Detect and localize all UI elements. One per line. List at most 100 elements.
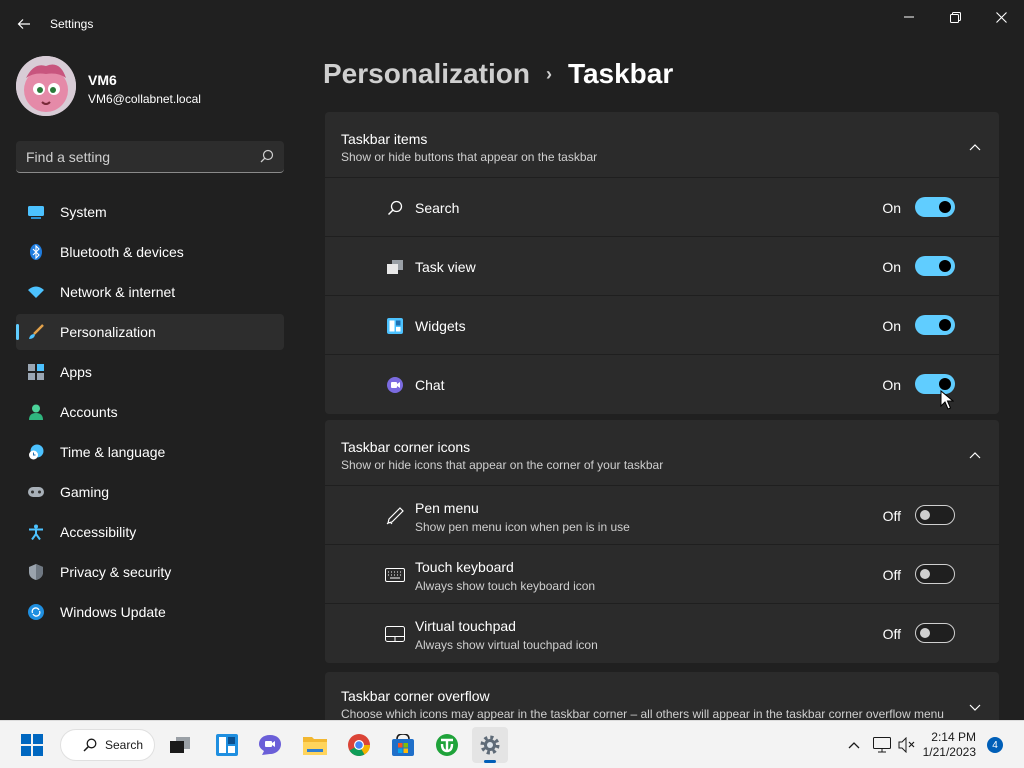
taskbar-utorrent[interactable] xyxy=(429,727,465,763)
setting-row-task-view: Task view On xyxy=(325,237,999,296)
sidebar-item-personalization[interactable]: Personalization xyxy=(16,314,284,350)
sidebar-item-label: Accounts xyxy=(60,404,118,420)
sidebar-item-label: System xyxy=(60,204,107,220)
utorrent-icon xyxy=(436,734,458,756)
setting-label: Touch keyboard xyxy=(415,559,514,575)
setting-label: Search xyxy=(415,200,460,216)
breadcrumb: Personalization › Taskbar xyxy=(323,58,673,90)
sidebar-item-gaming[interactable]: Gaming xyxy=(16,474,284,510)
sidebar-item-system[interactable]: System xyxy=(16,194,284,230)
update-icon xyxy=(28,604,44,620)
widgets-icon xyxy=(216,734,238,756)
section-subtitle: Choose which icons may appear in the tas… xyxy=(341,707,944,721)
setting-label: Task view xyxy=(415,259,476,275)
taskbar-items-section: Taskbar items Show or hide buttons that … xyxy=(325,112,999,414)
taskbar-file-explorer[interactable] xyxy=(297,727,333,763)
close-icon xyxy=(995,11,1007,23)
back-button[interactable] xyxy=(12,10,36,38)
file-explorer-icon xyxy=(303,737,327,755)
restore-button[interactable] xyxy=(932,2,978,32)
title-bar: Settings xyxy=(0,0,1024,48)
start-button[interactable] xyxy=(14,727,50,763)
breadcrumb-parent[interactable]: Personalization xyxy=(323,58,530,90)
toggle-state-label: Off xyxy=(882,567,901,583)
sidebar-item-time-language[interactable]: Time & language xyxy=(16,434,284,470)
taskbar-search[interactable]: Search xyxy=(60,729,155,761)
taskbar-task-view[interactable] xyxy=(162,727,198,763)
touch-keyboard-toggle[interactable] xyxy=(915,564,955,584)
section-subtitle: Show or hide buttons that appear on the … xyxy=(341,150,598,164)
setting-row-search: Search On xyxy=(325,178,999,237)
chevron-up-icon[interactable] xyxy=(969,446,981,464)
task-view-icon xyxy=(170,737,190,753)
section-header[interactable]: Taskbar corner icons Show or hide icons … xyxy=(325,420,999,486)
controller-icon xyxy=(28,484,44,500)
sidebar-item-label: Accessibility xyxy=(60,524,137,540)
setting-row-pen-menu: Pen menu Show pen menu icon when pen is … xyxy=(325,486,999,545)
sidebar-nav: System Bluetooth & devices Network & int… xyxy=(16,194,284,634)
search-icon xyxy=(385,198,405,218)
widgets-toggle[interactable] xyxy=(915,315,955,335)
shield-icon xyxy=(28,564,44,580)
sidebar-item-accounts[interactable]: Accounts xyxy=(16,394,284,430)
sidebar-item-network[interactable]: Network & internet xyxy=(16,274,284,310)
taskbar-settings[interactable] xyxy=(472,727,508,763)
toggle-state-label: Off xyxy=(882,626,901,642)
section-title: Taskbar corner overflow xyxy=(341,688,490,704)
toggle-state-label: Off xyxy=(882,508,901,524)
notification-badge[interactable]: 4 xyxy=(987,737,1003,753)
virtual-touchpad-toggle[interactable] xyxy=(915,623,955,643)
setting-label: Pen menu xyxy=(415,500,479,516)
search-icon xyxy=(260,149,274,168)
page-title: Taskbar xyxy=(567,58,674,89)
setting-row-chat: Chat On xyxy=(325,355,999,414)
corner-overflow-section[interactable]: Taskbar corner overflow Choose which ico… xyxy=(325,672,999,721)
section-header[interactable]: Taskbar items Show or hide buttons that … xyxy=(325,112,999,178)
setting-row-touch-keyboard: Touch keyboard Always show touch keyboar… xyxy=(325,545,999,604)
task-view-toggle[interactable] xyxy=(915,256,955,276)
sidebar-item-accessibility[interactable]: Accessibility xyxy=(16,514,284,550)
mouse-cursor-icon xyxy=(940,389,955,415)
setting-description: Show pen menu icon when pen is in use xyxy=(415,520,630,534)
sidebar-item-apps[interactable]: Apps xyxy=(16,354,284,390)
search-icon xyxy=(83,738,97,752)
sidebar-item-privacy-security[interactable]: Privacy & security xyxy=(16,554,284,590)
keyboard-icon xyxy=(385,565,405,585)
windows-taskbar: Search 2:14 PM 1/21/2023 4 xyxy=(0,720,1024,768)
taskbar-search-label: Search xyxy=(105,738,144,752)
sidebar-item-label: Personalization xyxy=(60,324,156,340)
tray-overflow-chevron-icon[interactable] xyxy=(842,733,866,757)
chevron-down-icon[interactable] xyxy=(969,699,981,717)
settings-icon xyxy=(480,735,500,755)
close-button[interactable] xyxy=(978,2,1024,32)
sidebar-item-bluetooth[interactable]: Bluetooth & devices xyxy=(16,234,284,270)
section-title: Taskbar corner icons xyxy=(341,439,471,455)
restore-icon xyxy=(949,11,961,23)
taskbar-chat[interactable] xyxy=(252,727,288,763)
taskbar-widgets[interactable] xyxy=(209,727,245,763)
search-toggle[interactable] xyxy=(915,197,955,217)
user-profile[interactable]: VM6 VM6@collabnet.local xyxy=(16,56,296,120)
section-title: Taskbar items xyxy=(341,131,428,147)
minimize-button[interactable] xyxy=(886,2,932,32)
taskbar-store[interactable] xyxy=(385,727,421,763)
network-status-icon[interactable] xyxy=(870,733,894,757)
app-title: Settings xyxy=(50,17,94,31)
breadcrumb-separator: › xyxy=(545,63,552,84)
wifi-icon xyxy=(28,284,44,300)
clock-date: 1/21/2023 xyxy=(922,745,976,759)
bluetooth-icon xyxy=(28,244,44,260)
setting-row-virtual-touchpad: Virtual touchpad Always show virtual tou… xyxy=(325,604,999,663)
apps-icon xyxy=(28,364,44,380)
taskbar-chrome[interactable] xyxy=(341,727,377,763)
user-email: VM6@collabnet.local xyxy=(88,92,201,106)
sidebar-item-windows-update[interactable]: Windows Update xyxy=(16,594,284,630)
setting-label: Widgets xyxy=(415,318,466,334)
toggle-state-label: On xyxy=(882,318,901,334)
chevron-up-icon[interactable] xyxy=(969,138,981,156)
taskbar-clock[interactable]: 2:14 PM 1/21/2023 xyxy=(916,730,976,760)
pen-menu-toggle[interactable] xyxy=(915,505,955,525)
back-arrow-icon xyxy=(17,19,30,29)
settings-search[interactable] xyxy=(16,141,284,173)
search-input[interactable] xyxy=(26,147,246,167)
